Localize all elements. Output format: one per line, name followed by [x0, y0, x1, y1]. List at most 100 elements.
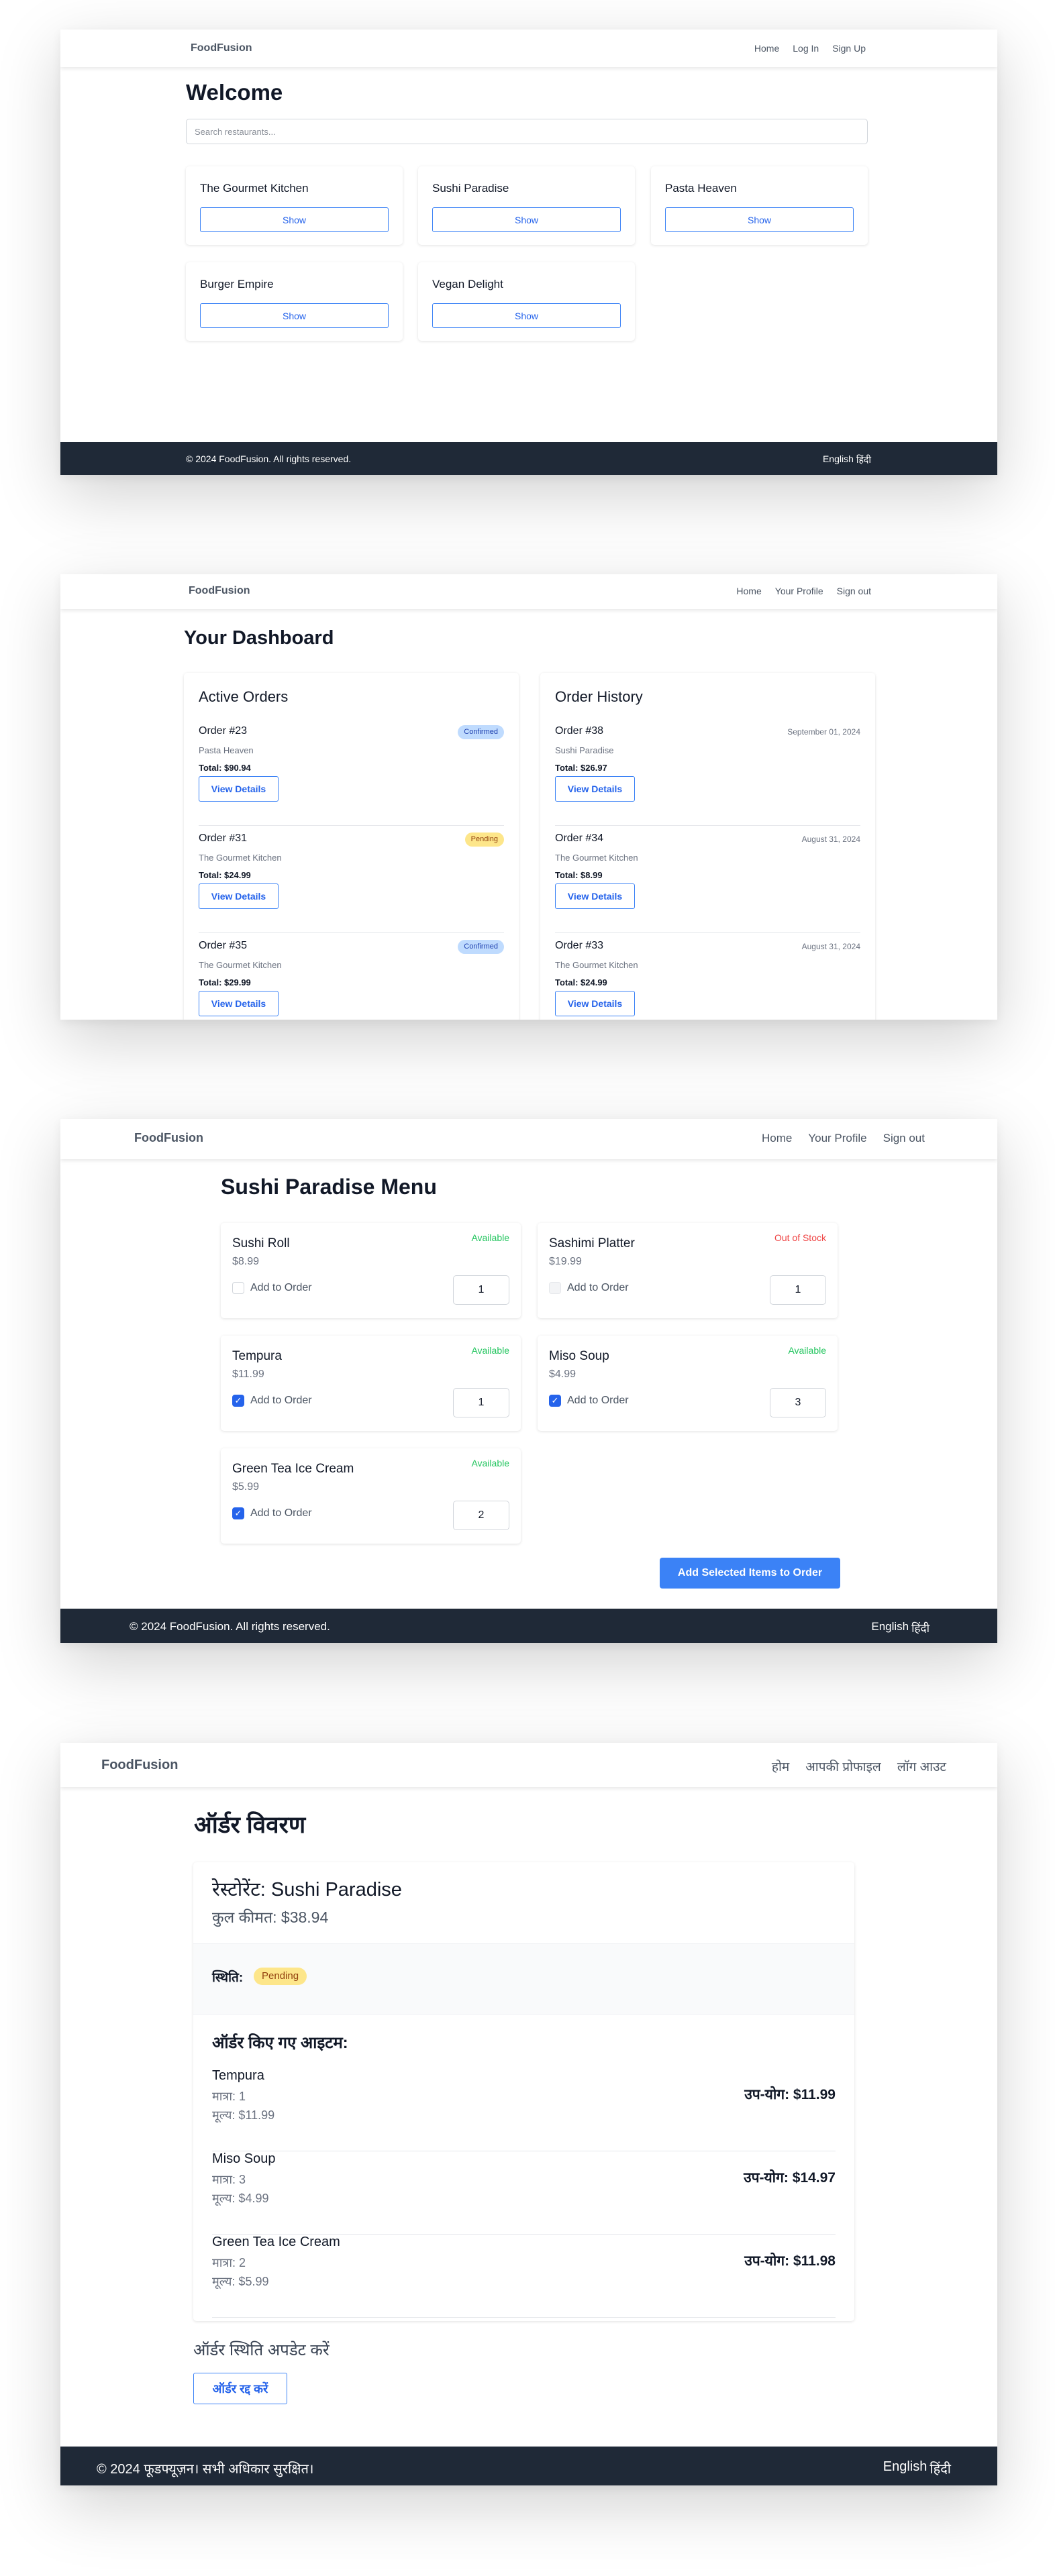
restaurant-name: Burger Empire: [200, 278, 274, 290]
update-status-heading: ऑर्डर स्थिति अपडेट करें: [193, 2341, 330, 2359]
view-details-button[interactable]: View Details: [555, 991, 635, 1016]
nav-menu: होम आपकी प्रोफाइल लॉग आउट: [772, 1758, 946, 1775]
show-button[interactable]: Show: [432, 303, 621, 328]
status-badge: Confirmed: [458, 725, 504, 739]
item-name: Sushi Roll: [232, 1236, 290, 1250]
nav-signup[interactable]: Sign Up: [832, 43, 866, 54]
cancel-order-button[interactable]: ऑर्डर रद्द करें: [193, 2373, 287, 2404]
nav-signout[interactable]: लॉग आउट: [897, 1758, 946, 1775]
nav-home[interactable]: Home: [762, 1132, 792, 1145]
nav-login[interactable]: Log In: [793, 43, 819, 54]
view-details-button[interactable]: View Details: [199, 991, 279, 1016]
order-total: Total: $29.99: [199, 977, 251, 987]
order-total: Total: $8.99: [555, 870, 603, 880]
view-details-button[interactable]: View Details: [555, 883, 635, 909]
item-quantity: मात्रा: 3: [212, 2173, 246, 2186]
order-item: Order #38 September 01, 2024 Sushi Parad…: [555, 718, 860, 826]
brand-logo[interactable]: FoodFusion: [189, 585, 250, 597]
view-details-button[interactable]: View Details: [199, 776, 279, 802]
restaurant-name: The Gourmet Kitchen: [200, 182, 309, 195]
page-title: ऑर्डर विवरण: [194, 1812, 306, 1838]
item-subtotal: उप-योग: $14.97: [744, 2170, 836, 2186]
add-to-order-label: Add to Order: [250, 1395, 312, 1406]
lang-hindi[interactable]: हिंदी: [911, 1620, 930, 1635]
item-name: Green Tea Ice Cream: [232, 1462, 354, 1476]
lang-english[interactable]: English: [871, 1620, 909, 1635]
nav-home[interactable]: होम: [772, 1758, 789, 1775]
welcome-screen: FoodFusion Home Log In Sign Up Welcome T…: [60, 30, 997, 475]
item-name: Miso Soup: [549, 1349, 609, 1363]
quantity-input[interactable]: [453, 1388, 509, 1417]
checkmark-icon: ✓: [234, 1395, 242, 1405]
order-total: Total: $24.99: [199, 870, 251, 880]
page-title: Sushi Paradise Menu: [221, 1175, 437, 1199]
add-to-order-checkbox: [549, 1282, 561, 1294]
footer: © 2024 FoodFusion. All rights reserved. …: [60, 1609, 997, 1643]
add-to-order-checkbox[interactable]: ✓: [232, 1395, 244, 1407]
active-orders-panel: Active Orders Order #23 Confirmed Pasta …: [184, 673, 519, 1020]
restaurant-card: Sushi Paradise Show: [418, 166, 635, 245]
order-total: कुल कीमत: $38.94: [212, 1909, 329, 1926]
add-to-order-checkbox[interactable]: ✓: [232, 1507, 244, 1519]
nav-signout[interactable]: Sign out: [837, 586, 871, 596]
status-label: स्थिति:: [212, 1971, 244, 1985]
nav-profile[interactable]: आपकी प्रोफाइल: [805, 1758, 881, 1775]
add-to-order-label: Add to Order: [567, 1395, 629, 1406]
item-name: Green Tea Ice Cream: [212, 2235, 340, 2249]
brand-logo[interactable]: FoodFusion: [134, 1131, 203, 1145]
order-date: August 31, 2024: [801, 835, 860, 844]
ordered-item-row: Green Tea Ice Cream मात्रा: 2 मूल्य: $5.…: [212, 2235, 836, 2318]
item-name: Sashimi Platter: [549, 1236, 635, 1250]
page-title: Your Dashboard: [184, 627, 334, 649]
quantity-input[interactable]: [770, 1275, 826, 1305]
brand-logo[interactable]: FoodFusion: [101, 1758, 178, 1773]
nav-profile[interactable]: Your Profile: [808, 1132, 866, 1145]
restaurant-card: Burger Empire Show: [186, 262, 403, 341]
lang-english[interactable]: English: [883, 2459, 927, 2477]
lang-hindi[interactable]: हिंदी: [856, 453, 871, 466]
order-date: September 01, 2024: [787, 727, 860, 737]
view-details-button[interactable]: View Details: [555, 776, 635, 802]
lang-english[interactable]: English: [823, 453, 854, 466]
show-button[interactable]: Show: [200, 303, 389, 328]
item-price: $4.99: [549, 1368, 576, 1380]
show-button[interactable]: Show: [665, 207, 854, 232]
header: FoodFusion Home Your Profile Sign out: [60, 1119, 997, 1159]
lang-hindi[interactable]: हिंदी: [930, 2459, 951, 2477]
order-restaurant: The Gourmet Kitchen: [199, 960, 282, 970]
menu-item-card: Sashimi Platter $19.99 Out of Stock Add …: [538, 1223, 838, 1318]
add-to-order-checkbox[interactable]: [232, 1282, 244, 1294]
status-badge: Pending: [254, 1968, 307, 1985]
availability-label: Available: [471, 1232, 509, 1243]
nav-home[interactable]: Home: [754, 43, 779, 54]
order-restaurant: The Gourmet Kitchen: [555, 960, 638, 970]
item-quantity: मात्रा: 2: [212, 2256, 246, 2269]
language-switcher: English हिंदी: [871, 1620, 930, 1635]
item-name: Miso Soup: [212, 2151, 276, 2166]
add-to-order-checkbox[interactable]: ✓: [549, 1395, 561, 1407]
brand-logo[interactable]: FoodFusion: [191, 42, 252, 54]
order-item: Order #34 August 31, 2024 The Gourmet Ki…: [555, 826, 860, 933]
view-details-button[interactable]: View Details: [199, 883, 279, 909]
header: FoodFusion Home Log In Sign Up: [60, 30, 997, 67]
order-total: Total: $26.97: [555, 763, 607, 773]
quantity-input[interactable]: [453, 1501, 509, 1530]
item-name: Tempura: [232, 1349, 282, 1363]
order-restaurant: The Gourmet Kitchen: [199, 853, 282, 863]
copyright-text: © 2024 फूडफ्यूज़न। सभी अधिकार सुरक्षित।: [97, 2462, 314, 2477]
status-section: स्थिति: Pending: [193, 1943, 854, 2015]
add-to-order-label: Add to Order: [567, 1282, 629, 1293]
item-name: Tempura: [212, 2068, 264, 2083]
search-input[interactable]: [186, 119, 868, 144]
order-name: Order #23: [199, 725, 248, 737]
nav-profile[interactable]: Your Profile: [775, 586, 823, 596]
add-selected-items-button[interactable]: Add Selected Items to Order: [660, 1558, 840, 1589]
menu-item-card: Tempura $11.99 Available ✓ Add to Order: [221, 1336, 521, 1431]
show-button[interactable]: Show: [200, 207, 389, 232]
show-button[interactable]: Show: [432, 207, 621, 232]
nav-menu: Home Log In Sign Up: [754, 43, 866, 54]
quantity-input[interactable]: [453, 1275, 509, 1305]
nav-home[interactable]: Home: [736, 586, 761, 596]
quantity-input[interactable]: [770, 1388, 826, 1417]
nav-signout[interactable]: Sign out: [883, 1132, 925, 1145]
